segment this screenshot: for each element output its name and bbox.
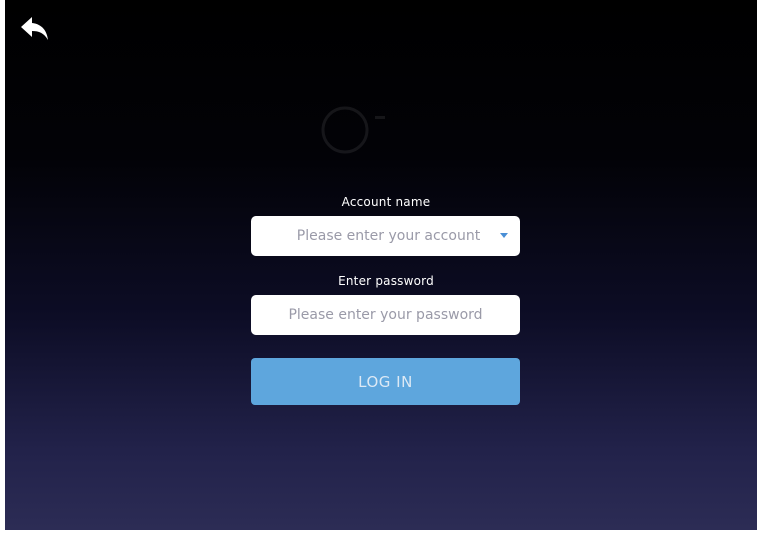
login-screen: Account name Enter password LOG IN (5, 0, 757, 530)
login-button[interactable]: LOG IN (251, 358, 520, 405)
account-name-label: Account name (341, 195, 431, 209)
back-arrow-icon (21, 17, 48, 40)
account-field[interactable] (251, 216, 520, 256)
password-label: Enter password (338, 274, 434, 288)
password-field[interactable] (251, 295, 520, 335)
account-input[interactable] (251, 216, 520, 256)
password-input[interactable] (251, 295, 520, 335)
back-button[interactable] (19, 14, 51, 44)
logo-icon (321, 106, 385, 154)
caret-down-icon[interactable] (500, 233, 508, 238)
